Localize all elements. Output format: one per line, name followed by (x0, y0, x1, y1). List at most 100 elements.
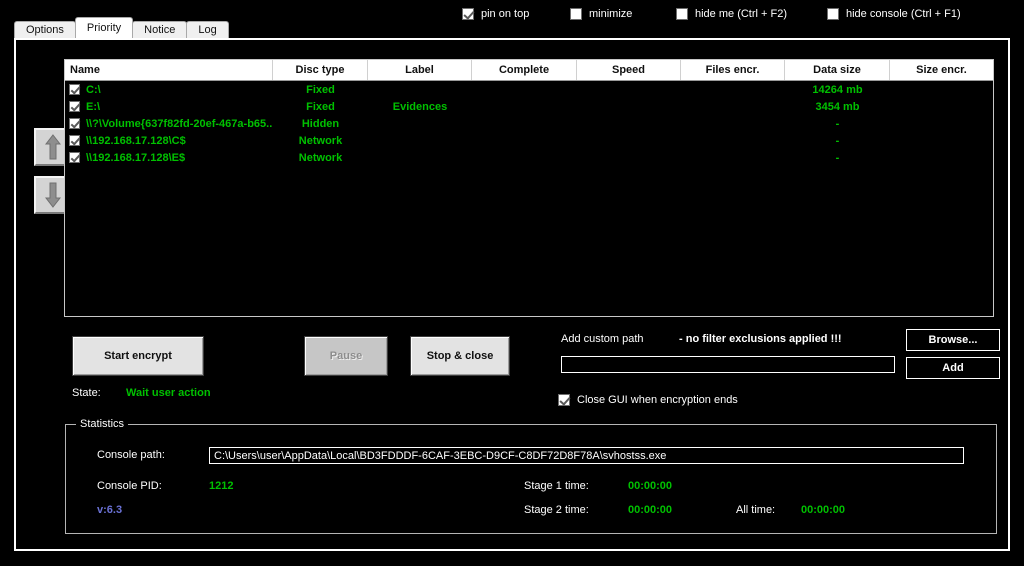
cell-complete (472, 81, 577, 98)
cell-disc-type: Fixed (273, 98, 368, 115)
cell-name: C:\ (65, 81, 273, 98)
cell-speed (577, 98, 681, 115)
table-row[interactable]: E:\ FixedEvidences 3454 mb (65, 98, 993, 115)
row-name-label: \\?\Volume{637f82fd-20ef-467a-b65... (86, 118, 273, 130)
topbar-checkbox-minimize[interactable]: minimize (570, 8, 632, 20)
row-checkbox-icon[interactable] (69, 118, 80, 129)
version-label: v:6.3 (97, 504, 122, 516)
topbar-checkbox-label: minimize (589, 8, 632, 20)
state-value: Wait user action (126, 387, 211, 399)
column-header-size-encr[interactable]: Size encr. (890, 60, 993, 80)
cell-size-encr (890, 98, 993, 115)
table-row[interactable]: C:\Fixed14264 mb (65, 81, 993, 98)
column-header-disc-type[interactable]: Disc type (273, 60, 368, 80)
column-header-complete[interactable]: Complete (472, 60, 577, 80)
cell-files-encr (681, 81, 785, 98)
cell-complete (472, 149, 577, 166)
column-header-data-size[interactable]: Data size (785, 60, 890, 80)
cell-disc-type: Hidden (273, 115, 368, 132)
topbar-checkbox-pin[interactable]: pin on top (462, 8, 529, 20)
add-path-button[interactable]: Add (906, 357, 1000, 379)
cell-speed (577, 115, 681, 132)
cell-speed (577, 132, 681, 149)
cell-name: \\192.168.17.128\C$ (65, 132, 273, 149)
cell-files-encr (681, 132, 785, 149)
row-name-label: \\192.168.17.128\C$ (86, 135, 186, 147)
stage1-time-value: 00:00:00 (628, 480, 672, 492)
close-gui-checkbox[interactable]: Close GUI when encryption ends (558, 394, 738, 406)
console-path-input[interactable]: C:\Users\user\AppData\Local\BD3FDDDF-6CA… (209, 447, 964, 464)
stage1-time-label: Stage 1 time: (524, 480, 589, 492)
filter-warning-label: - no filter exclusions applied !!! (679, 333, 842, 345)
drive-list[interactable]: NameDisc typeLabelCompleteSpeedFiles enc… (64, 59, 994, 317)
table-row[interactable]: \\192.168.17.128\C$Network- (65, 132, 993, 149)
main-panel: NameDisc typeLabelCompleteSpeedFiles enc… (14, 38, 1010, 551)
cell-data-size: - (785, 149, 890, 166)
cell-size-encr (890, 81, 993, 98)
cell-speed (577, 81, 681, 98)
cell-label: Evidences (368, 98, 472, 115)
topbar-checkbox-hide[interactable]: hide me (Ctrl + F2) (676, 8, 787, 20)
row-name-label: C:\ (86, 84, 101, 96)
state-label: State: (72, 387, 101, 399)
cell-name: \\?\Volume{637f82fd-20ef-467a-b65... (65, 115, 273, 132)
row-checkbox-icon[interactable] (69, 101, 80, 112)
console-pid-label: Console PID: (97, 480, 162, 492)
table-row[interactable]: \\192.168.17.128\E$ Network - (65, 149, 993, 166)
topbar-checkbox-label: hide me (Ctrl + F2) (695, 8, 787, 20)
cell-data-size: - (785, 115, 890, 132)
column-header-name[interactable]: Name (65, 60, 273, 80)
checkbox-icon (558, 394, 570, 406)
cell-files-encr (681, 149, 785, 166)
tab-priority[interactable]: Priority (75, 17, 133, 38)
app-window: pin on top minimize hide me (Ctrl + F2) hid… (0, 0, 1024, 566)
all-time-label: All time: (736, 504, 775, 516)
row-checkbox-icon[interactable] (69, 135, 80, 146)
custom-path-input[interactable] (561, 356, 895, 373)
cell-label (368, 81, 472, 98)
cell-complete (472, 132, 577, 149)
all-time-value: 00:00:00 (801, 504, 845, 516)
row-name-label: E:\ (86, 101, 100, 113)
checkbox-icon (462, 8, 474, 20)
stage2-time-value: 00:00:00 (628, 504, 672, 516)
console-path-label: Console path: (97, 449, 165, 461)
drive-list-body[interactable]: C:\Fixed14264 mb E:\ FixedEvidences 3454 mb… (65, 81, 993, 166)
browse-button[interactable]: Browse... (906, 329, 1000, 351)
cell-data-size: 3454 mb (785, 98, 890, 115)
statistics-group: Statistics Console path: C:\Users\user\A… (65, 424, 997, 534)
tab-notice[interactable]: Notice (132, 21, 187, 38)
stop-and-close-button[interactable]: Stop & close (410, 336, 510, 376)
arrow-down-icon (45, 182, 61, 208)
add-custom-path-label: Add custom path (561, 333, 644, 345)
column-header-speed[interactable]: Speed (577, 60, 681, 80)
checkbox-icon (570, 8, 582, 20)
cell-complete (472, 115, 577, 132)
topbar-checkbox-hide[interactable]: hide console (Ctrl + F1) (827, 8, 961, 20)
tab-strip: OptionsPriorityNoticeLog (14, 18, 228, 38)
table-row[interactable]: \\?\Volume{637f82fd-20ef-467a-b65...Hidd… (65, 115, 993, 132)
cell-label (368, 149, 472, 166)
column-header-label[interactable]: Label (368, 60, 472, 80)
stage2-time-label: Stage 2 time: (524, 504, 589, 516)
cell-complete (472, 98, 577, 115)
cell-size-encr (890, 149, 993, 166)
row-checkbox-icon[interactable] (69, 152, 80, 163)
statistics-title: Statistics (76, 418, 128, 430)
cell-speed (577, 149, 681, 166)
cell-name: E:\ (65, 98, 273, 115)
cell-size-encr (890, 115, 993, 132)
cell-label (368, 132, 472, 149)
checkbox-icon (676, 8, 688, 20)
tab-options[interactable]: Options (14, 21, 76, 38)
cell-disc-type: Network (273, 149, 368, 166)
start-encrypt-button[interactable]: Start encrypt (72, 336, 204, 376)
pause-button[interactable]: Pause (304, 336, 388, 376)
cell-label (368, 115, 472, 132)
row-checkbox-icon[interactable] (69, 84, 80, 95)
topbar-checkbox-label: hide console (Ctrl + F1) (846, 8, 961, 20)
column-header-files-encr[interactable]: Files encr. (681, 60, 785, 80)
row-name-label: \\192.168.17.128\E$ (86, 152, 185, 164)
close-gui-label: Close GUI when encryption ends (577, 394, 738, 406)
tab-log[interactable]: Log (186, 21, 228, 38)
